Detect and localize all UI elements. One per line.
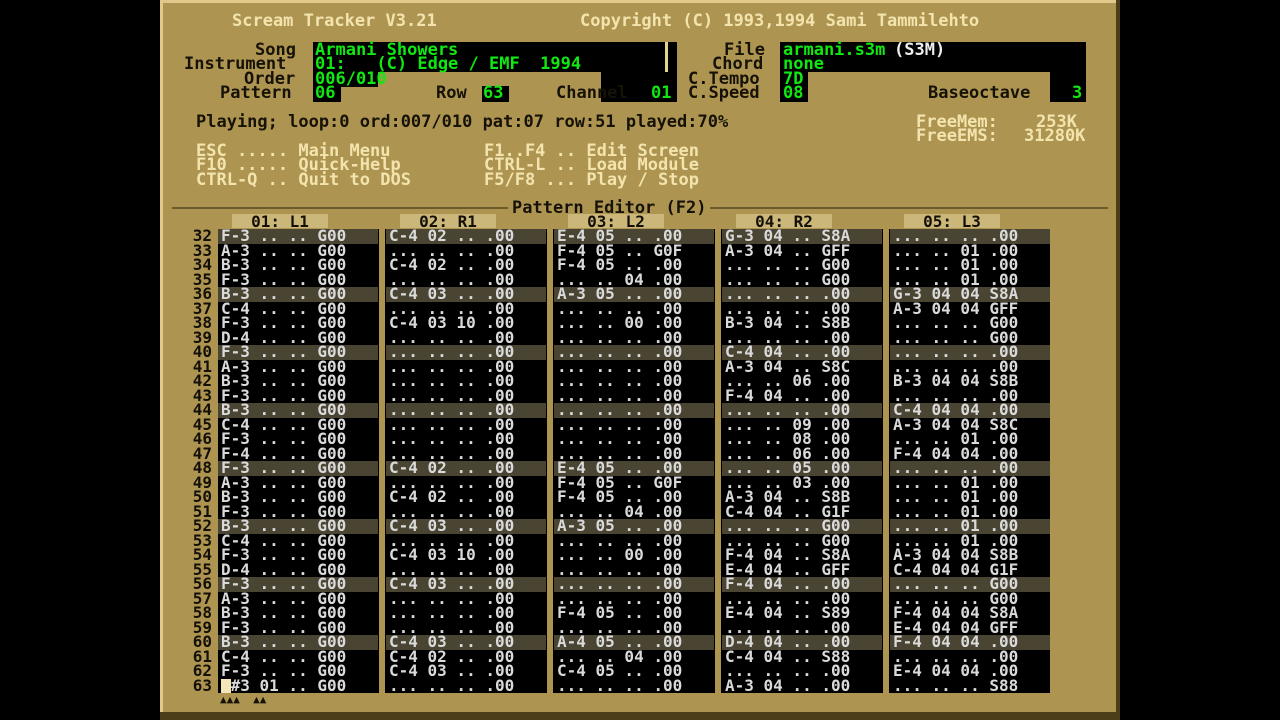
- row-label: Row: [436, 83, 467, 103]
- row-field[interactable]: 63: [483, 85, 503, 102]
- channel-label: Channel: [556, 83, 628, 103]
- panel-bevel: [665, 42, 668, 72]
- file-type: (S3M): [894, 40, 946, 60]
- channel-column-3[interactable]: E-4 05 .. .00 F-4 05 .. G0F F-4 05 .. .00.…: [554, 228, 714, 695]
- cspeed-field[interactable]: 08: [783, 85, 803, 102]
- channel-column-5[interactable]: ... .. .. .00... .. 01 .00... .. 01 .00.…: [890, 228, 1050, 695]
- freeems-value: 31280K: [1024, 126, 1086, 146]
- channel-separator: [883, 229, 889, 693]
- bevel-top: [160, 0, 1120, 3]
- pattern-grid[interactable]: F-3 .. .. G00 A-3 .. .. G00 B-3 .. .. G00 F…: [218, 228, 1050, 695]
- channel-separator: [715, 229, 721, 693]
- bevel-bottom: [160, 712, 1120, 720]
- pattern-label: Pattern: [220, 83, 292, 103]
- bevel-right: [1116, 0, 1120, 720]
- freeems-label: FreeEMS:: [916, 126, 998, 146]
- pattern-cell[interactable]: ... .. .. .00: [554, 675, 714, 695]
- bevel-left: [160, 0, 163, 720]
- cspeed-label: C.Speed: [688, 83, 760, 103]
- edit-cursor: [221, 678, 231, 693]
- channel-column-2[interactable]: C-4 02 .. .00... .. .. .00 C-4 02 .. .00.…: [386, 228, 546, 695]
- pattern-cell-text: ... .. .. .00: [557, 675, 683, 695]
- pattern-field[interactable]: 06: [315, 85, 335, 102]
- app-title: Scream Tracker V3.21: [232, 11, 437, 31]
- pattern-cell-text: ... .. .. S88: [893, 675, 1019, 695]
- pattern-cell[interactable]: ... .. .. S88: [890, 675, 1050, 695]
- pattern-cell[interactable]: ... .. .. .00: [386, 675, 546, 695]
- channel-field[interactable]: 01: [651, 85, 671, 102]
- channel-separator: [547, 229, 553, 693]
- cursor-markers: ▲▲▲ ▲▲: [220, 693, 267, 706]
- pattern-cell[interactable]: A-3 04 .. .00: [722, 675, 882, 695]
- channel-column-1[interactable]: F-3 .. .. G00 A-3 .. .. G00 B-3 .. .. G00 F…: [218, 228, 378, 695]
- pattern-cell[interactable]: E#3 01 .. G00: [218, 675, 378, 695]
- pattern-cell-text: E#3 01 .. G00: [221, 675, 347, 695]
- channel-column-4[interactable]: G-3 04 .. S8A A-3 04 .. GFF... .. .. G00.…: [722, 228, 882, 695]
- play-status: Playing; loop:0 ord:007/010 pat:07 row:5…: [196, 112, 729, 132]
- pattern-cell-text: A-3 04 .. .00: [725, 675, 851, 695]
- channel-separator: [379, 229, 385, 693]
- baseoctave-field[interactable]: 3: [1072, 85, 1082, 102]
- help-f5f8: F5/F8 ... Play / Stop: [484, 170, 699, 190]
- pattern-cell-text: ... .. .. .00: [389, 675, 515, 695]
- row-number: 63: [192, 675, 212, 695]
- baseoctave-label: Baseoctave: [928, 83, 1031, 103]
- copyright: Copyright (C) 1993,1994 Sami Tammilehto: [580, 11, 980, 31]
- help-ctrlq: CTRL-Q .. Quit to DOS: [196, 170, 411, 190]
